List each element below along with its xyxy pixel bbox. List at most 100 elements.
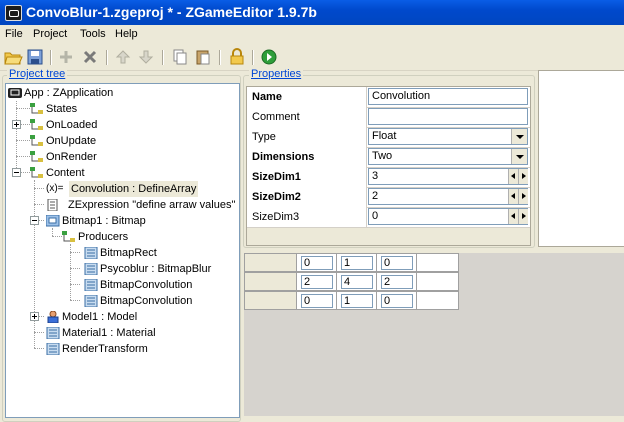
sizedim1-value: 3	[372, 170, 379, 182]
paste-icon[interactable]	[193, 48, 213, 66]
tree-node-content[interactable]: Content	[30, 165, 210, 181]
tree-node-label: RenderTransform	[62, 343, 148, 355]
name-field[interactable]: Convolution	[368, 88, 528, 105]
grid-cell: 0	[376, 291, 417, 310]
tree-node-convolution[interactable]: (x)= Convolution : DefineArray	[46, 181, 236, 197]
tree-node-label: OnUpdate	[46, 135, 97, 147]
property-row-type: Type Float	[247, 127, 530, 148]
tree-node-label: BitmapConvolution	[100, 279, 193, 291]
property-label: Comment	[247, 107, 367, 127]
chevron-down-icon[interactable]	[511, 149, 527, 164]
tree-node-label: Model1 : Model	[62, 311, 138, 323]
comment-field[interactable]	[368, 108, 528, 125]
grid-cell: 0	[296, 291, 337, 310]
tree-folder-icon	[62, 231, 76, 243]
tree-node-states[interactable]: States	[30, 101, 210, 117]
dimensions-select-value: Two	[372, 150, 393, 162]
tree-node-rendertransform[interactable]: RenderTransform	[46, 341, 226, 357]
tree-node-onrender[interactable]: OnRender	[30, 149, 210, 165]
sizedim2-spinner[interactable]: 2	[368, 188, 528, 205]
menu-help[interactable]: Help	[115, 28, 138, 40]
menu-file[interactable]: File	[5, 28, 23, 40]
grid-header-cell	[244, 272, 297, 291]
spinner-buttons	[508, 209, 528, 224]
expand-toggle-onloaded[interactable]	[12, 120, 21, 129]
collapse-toggle-content[interactable]	[12, 168, 21, 177]
tree-node-label: Content	[46, 167, 85, 179]
sizedim1-spinner[interactable]: 3	[368, 168, 528, 185]
copy-icon[interactable]	[170, 48, 190, 66]
array-cell-input[interactable]: 4	[341, 275, 373, 289]
property-row-dimensions: Dimensions Two	[247, 147, 530, 168]
menu-project[interactable]: Project	[33, 28, 67, 40]
tree-node-material1[interactable]: Material1 : Material	[46, 325, 226, 341]
decrement-arrow-icon[interactable]	[508, 169, 518, 184]
tree-node-app[interactable]: App : ZApplication	[8, 85, 208, 101]
array-cell-input[interactable]: 0	[301, 256, 333, 270]
array-cell-input[interactable]: 1	[341, 256, 373, 270]
tree-node-label: Bitmap1 : Bitmap	[62, 215, 146, 227]
delete-icon[interactable]	[80, 48, 100, 66]
property-label: Dimensions	[247, 147, 367, 167]
grid-cell: 1	[336, 253, 377, 272]
tree-node-bitmapconvolution-2[interactable]: BitmapConvolution	[84, 293, 234, 309]
increment-arrow-icon[interactable]	[518, 209, 528, 224]
project-tree[interactable]: App : ZApplication States OnLoaded OnUpd…	[5, 83, 240, 418]
grid-cell: 2	[296, 272, 337, 291]
increment-arrow-icon[interactable]	[518, 189, 528, 204]
bitmap-producer-icon	[84, 278, 98, 292]
property-row-sizedim2: SizeDim2 2	[247, 187, 530, 208]
array-cell-input[interactable]: 0	[381, 256, 413, 270]
move-down-icon[interactable]	[136, 48, 156, 66]
save-icon[interactable]	[25, 48, 45, 66]
tree-node-producers[interactable]: Producers	[62, 229, 222, 245]
chevron-down-icon[interactable]	[511, 129, 527, 144]
add-icon[interactable]	[56, 48, 76, 66]
array-cell-input[interactable]: 0	[381, 294, 413, 308]
type-select[interactable]: Float	[368, 128, 528, 145]
tree-node-zexpression[interactable]: ZExpression "define arraw values"	[46, 197, 238, 213]
toolbar	[0, 44, 624, 71]
model-icon	[46, 310, 60, 324]
decrement-arrow-icon[interactable]	[508, 189, 518, 204]
tree-node-label: Producers	[78, 231, 129, 243]
array-cell-input[interactable]: 0	[301, 294, 333, 308]
title-bar: ConvoBlur-1.zgeproj * - ZGameEditor 1.9.…	[0, 0, 624, 25]
run-icon[interactable]	[259, 48, 279, 66]
property-label: SizeDim2	[247, 187, 367, 207]
grid-cell: 2	[376, 272, 417, 291]
tree-node-onloaded[interactable]: OnLoaded	[30, 117, 210, 133]
tree-folder-icon	[30, 103, 44, 115]
open-folder-icon[interactable]	[3, 48, 23, 66]
increment-arrow-icon[interactable]	[518, 169, 528, 184]
lock-icon[interactable]	[227, 48, 247, 66]
dimensions-select[interactable]: Two	[368, 148, 528, 165]
grid-cell	[416, 291, 459, 310]
application-icon	[8, 87, 22, 99]
sizedim3-spinner[interactable]: 0	[368, 208, 528, 225]
tree-node-label: OnRender	[46, 151, 97, 163]
move-up-icon[interactable]	[113, 48, 133, 66]
tree-node-label: Convolution : DefineArray	[69, 181, 199, 197]
tree-node-onupdate[interactable]: OnUpdate	[30, 133, 210, 149]
collapse-toggle-bitmap1[interactable]	[30, 216, 39, 225]
property-label: SizeDim3	[247, 207, 367, 227]
bitmap-producer-icon	[84, 246, 98, 260]
tree-node-bitmap1[interactable]: Bitmap1 : Bitmap	[45, 213, 226, 229]
expand-toggle-model1[interactable]	[30, 312, 39, 321]
grid-header-cell	[244, 291, 297, 310]
define-array-icon: (x)=	[46, 183, 64, 194]
array-cell-input[interactable]: 1	[341, 294, 373, 308]
array-cell-input[interactable]: 2	[301, 275, 333, 289]
tree-node-model1[interactable]: Model1 : Model	[46, 309, 226, 325]
render-transform-icon	[46, 342, 60, 356]
menu-tools[interactable]: Tools	[80, 28, 106, 40]
array-cell-input[interactable]: 2	[381, 275, 413, 289]
tree-node-bitmapconvolution-1[interactable]: BitmapConvolution	[84, 277, 234, 293]
tree-node-psycoblur[interactable]: Psycoblur : BitmapBlur	[84, 261, 234, 277]
tree-node-bitmaprect[interactable]: BitmapRect	[84, 245, 234, 261]
decrement-arrow-icon[interactable]	[508, 209, 518, 224]
tree-folder-icon	[30, 151, 44, 163]
sizedim3-value: 0	[372, 210, 379, 222]
spinner-buttons	[508, 189, 528, 204]
